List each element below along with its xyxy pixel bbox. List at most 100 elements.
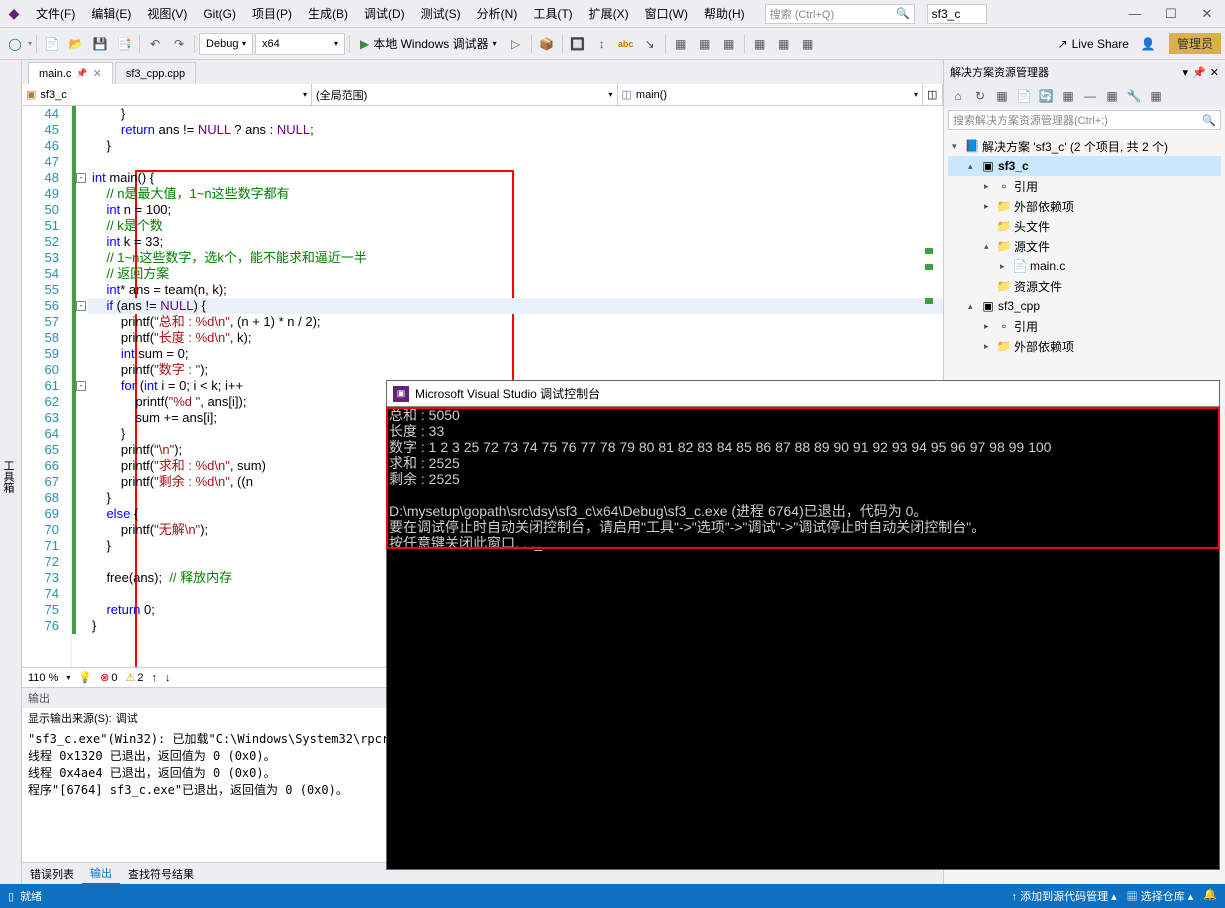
menu-分析n[interactable]: 分析(N) bbox=[469, 0, 526, 28]
tree-item[interactable]: ▴▣sf3_cpp bbox=[948, 296, 1221, 316]
fold-button[interactable]: - bbox=[76, 173, 86, 183]
close-icon[interactable]: ✕ bbox=[93, 67, 102, 80]
tb-icon-5[interactable]: ↘ bbox=[639, 33, 661, 55]
tree-item[interactable]: 📁资源文件 bbox=[948, 276, 1221, 296]
tb-icon-11[interactable]: ▦ bbox=[797, 33, 819, 55]
menu-测试s[interactable]: 测试(S) bbox=[413, 0, 469, 28]
se-tb-3[interactable]: ▦ bbox=[992, 86, 1012, 106]
maximize-button[interactable]: ☐ bbox=[1153, 0, 1189, 28]
se-pin-icon[interactable]: 📌 bbox=[1192, 66, 1206, 79]
menu-扩展x[interactable]: 扩展(X) bbox=[581, 0, 637, 28]
nav-project-dropdown[interactable]: ▣ sf3_c ▾ bbox=[22, 84, 312, 105]
nav-member-dropdown[interactable]: ◫ main() ▾ bbox=[618, 84, 924, 105]
se-dropdown-icon[interactable]: ▾ bbox=[1183, 66, 1189, 79]
warning-count[interactable]: ⚠2 bbox=[125, 671, 143, 684]
nav-split-button[interactable]: ◫ bbox=[923, 84, 943, 105]
repo-button[interactable]: ▦ 选择仓库 ▴ bbox=[1127, 888, 1194, 904]
search-input[interactable]: 搜索 (Ctrl+Q) 🔍 bbox=[765, 4, 915, 24]
back-button[interactable]: ◯ bbox=[4, 33, 26, 55]
tree-item[interactable]: ▸▫引用 bbox=[948, 316, 1221, 336]
pin-icon[interactable]: 📌 bbox=[76, 68, 87, 79]
console-output: 总和 : 5050 长度 : 33 数字 : 1 2 3 25 72 73 74… bbox=[387, 407, 1219, 551]
menu-项目p[interactable]: 项目(P) bbox=[244, 0, 300, 28]
status-indicator-icon: ▯ bbox=[8, 890, 14, 903]
play-icon: ▶ bbox=[360, 37, 369, 51]
tb-icon-8[interactable]: ▦ bbox=[718, 33, 740, 55]
menu-窗口w[interactable]: 窗口(W) bbox=[637, 0, 696, 28]
zoom-level[interactable]: 110 % bbox=[28, 672, 58, 684]
statusbar: ▯ 就绪 ↑ 添加到源代码管理 ▴ ▦ 选择仓库 ▴ 🔔 bbox=[0, 884, 1225, 908]
se-tb-5[interactable]: 🔄 bbox=[1036, 86, 1056, 106]
menu-生成b[interactable]: 生成(B) bbox=[300, 0, 356, 28]
save-all-button[interactable]: 📑 bbox=[113, 33, 135, 55]
save-button[interactable]: 💾 bbox=[89, 33, 111, 55]
tree-item[interactable]: ▸📄main.c bbox=[948, 256, 1221, 276]
se-tb-4[interactable]: 📄 bbox=[1014, 86, 1034, 106]
se-tb-9[interactable]: 🔧 bbox=[1124, 86, 1144, 106]
nav-scope-dropdown[interactable]: (全局范围) ▾ bbox=[312, 84, 618, 105]
platform-dropdown[interactable]: x64▾ bbox=[255, 33, 345, 55]
console-titlebar[interactable]: ▣ Microsoft Visual Studio 调试控制台 bbox=[387, 381, 1219, 407]
tb-icon-1[interactable]: 📦 bbox=[536, 33, 558, 55]
se-tb-6[interactable]: ▦ bbox=[1058, 86, 1078, 106]
tb-icon-2[interactable]: 🔲 bbox=[567, 33, 589, 55]
se-home-icon[interactable]: ⌂ bbox=[948, 86, 968, 106]
bottom-tab-0[interactable]: 错误列表 bbox=[22, 863, 82, 885]
bottom-tab-1[interactable]: 输出 bbox=[82, 863, 120, 885]
notification-icon[interactable]: 🔔 bbox=[1203, 888, 1217, 904]
nav-up-icon[interactable]: ↑ bbox=[151, 672, 157, 684]
se-close-icon[interactable]: ✕ bbox=[1210, 66, 1219, 79]
se-tb-2[interactable]: ↻ bbox=[970, 86, 990, 106]
redo-button[interactable]: ↷ bbox=[168, 33, 190, 55]
close-button[interactable]: ✕ bbox=[1189, 0, 1225, 28]
new-button[interactable]: 📄 bbox=[41, 33, 63, 55]
tb-icon-7[interactable]: ▦ bbox=[694, 33, 716, 55]
tree-item[interactable]: ▴▣sf3_c bbox=[948, 156, 1221, 176]
tree-item[interactable]: ▸📁外部依赖项 bbox=[948, 336, 1221, 356]
search-placeholder: 搜索 (Ctrl+Q) bbox=[770, 6, 834, 22]
tree-item[interactable]: ▾📘解决方案 'sf3_c' (2 个项目, 共 2 个) bbox=[948, 136, 1221, 156]
open-button[interactable]: 📂 bbox=[65, 33, 87, 55]
tree-item[interactable]: 📁头文件 bbox=[948, 216, 1221, 236]
config-dropdown[interactable]: Debug▾ bbox=[199, 33, 253, 55]
menu-帮助h[interactable]: 帮助(H) bbox=[696, 0, 753, 28]
menu-gitg[interactable]: Git(G) bbox=[195, 0, 244, 28]
menu-编辑e[interactable]: 编辑(E) bbox=[83, 0, 139, 28]
tb-icon-4[interactable]: abc bbox=[615, 33, 637, 55]
se-tb-10[interactable]: ▦ bbox=[1146, 86, 1166, 106]
undo-button[interactable]: ↶ bbox=[144, 33, 166, 55]
tree-item[interactable]: ▴📁源文件 bbox=[948, 236, 1221, 256]
solution-search-input[interactable]: 搜索解决方案资源管理器(Ctrl+;) 🔍 bbox=[948, 110, 1221, 130]
fold-button[interactable]: - bbox=[76, 301, 86, 311]
feedback-icon[interactable]: 👤 bbox=[1137, 33, 1159, 55]
project-name-box[interactable]: sf3_c bbox=[927, 4, 987, 24]
tb-icon-10[interactable]: ▦ bbox=[773, 33, 795, 55]
tree-item[interactable]: ▸📁外部依赖项 bbox=[948, 196, 1221, 216]
se-tb-8[interactable]: ▦ bbox=[1102, 86, 1122, 106]
menu-调试d[interactable]: 调试(D) bbox=[356, 0, 413, 28]
tb-icon-3[interactable]: ↕ bbox=[591, 33, 613, 55]
nav-bar: ▣ sf3_c ▾ (全局范围) ▾ ◫ main() ▾ ◫ bbox=[22, 84, 943, 106]
live-share-button[interactable]: ↗ Live Share bbox=[1052, 37, 1135, 51]
minimize-button[interactable]: — bbox=[1117, 0, 1153, 28]
left-tool-strip[interactable]: 工具箱 bbox=[0, 60, 22, 884]
nav-down-icon[interactable]: ↓ bbox=[165, 672, 171, 684]
tb-icon-6[interactable]: ▦ bbox=[670, 33, 692, 55]
start-no-debug-button[interactable]: ▷ bbox=[505, 33, 527, 55]
tab-sf3-cpp[interactable]: sf3_cpp.cpp bbox=[115, 62, 196, 84]
source-control-button[interactable]: ↑ 添加到源代码管理 ▴ bbox=[1012, 888, 1117, 904]
menu-文件f[interactable]: 文件(F) bbox=[28, 0, 83, 28]
menu-视图v[interactable]: 视图(V) bbox=[139, 0, 195, 28]
debug-console-window[interactable]: ▣ Microsoft Visual Studio 调试控制台 总和 : 505… bbox=[386, 380, 1220, 870]
error-count[interactable]: ⊗0 bbox=[100, 671, 117, 684]
tab-main-c[interactable]: main.c 📌 ✕ bbox=[28, 62, 113, 84]
se-tb-7[interactable]: — bbox=[1080, 86, 1100, 106]
tree-item[interactable]: ▸▫引用 bbox=[948, 176, 1221, 196]
lightbulb-icon[interactable]: 💡 bbox=[78, 671, 92, 684]
bottom-tab-2[interactable]: 查找符号结果 bbox=[120, 863, 202, 885]
start-debug-button[interactable]: ▶ 本地 Windows 调试器 ▾ bbox=[354, 33, 503, 55]
menu-工具t[interactable]: 工具(T) bbox=[525, 0, 580, 28]
tb-icon-9[interactable]: ▦ bbox=[749, 33, 771, 55]
fold-button[interactable]: - bbox=[76, 381, 86, 391]
output-source-dropdown[interactable]: 调试 bbox=[116, 710, 138, 726]
